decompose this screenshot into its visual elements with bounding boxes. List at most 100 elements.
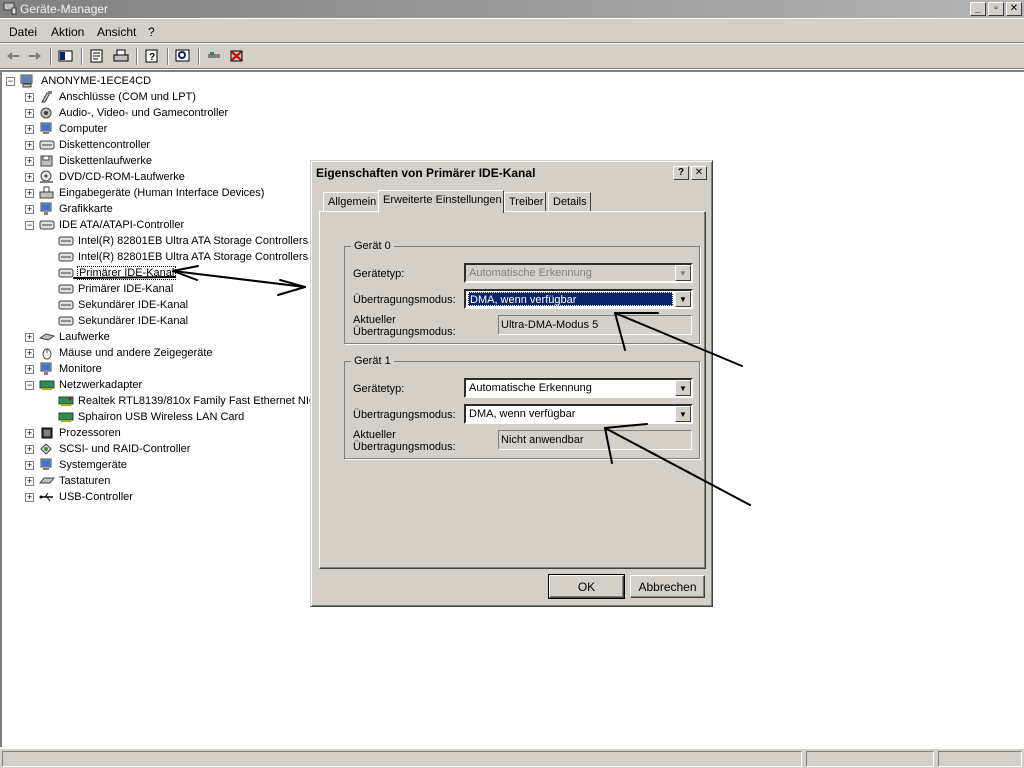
restore-button[interactable]: ▫	[988, 2, 1004, 16]
forward-icon[interactable]	[26, 48, 44, 64]
tree-item-diskettencontroller[interactable]: + Diskettencontroller	[25, 137, 315, 153]
tree-item-hid[interactable]: + Eingabegeräte (Human Interface Devices…	[25, 185, 315, 201]
expand-icon[interactable]: +	[25, 189, 34, 198]
menu-ansicht[interactable]: Ansicht	[97, 25, 136, 39]
update-driver-icon[interactable]	[205, 48, 223, 64]
minimize-button[interactable]: _	[970, 2, 986, 16]
expand-icon[interactable]: +	[25, 333, 34, 342]
device1-current-label-2: Übertragungsmodus:	[353, 441, 456, 453]
cd-drive-icon	[40, 170, 53, 183]
svg-text:?: ?	[149, 52, 155, 63]
back-icon[interactable]	[4, 48, 22, 64]
expand-icon[interactable]: +	[25, 349, 34, 358]
expand-icon[interactable]: +	[25, 205, 34, 214]
computer-icon	[40, 122, 52, 134]
tab-allgemein[interactable]: Allgemein	[323, 192, 379, 212]
expand-icon[interactable]: +	[25, 445, 34, 454]
expand-icon[interactable]: +	[25, 365, 34, 374]
tree-item-monitore[interactable]: + Monitore	[25, 361, 315, 377]
tree-item-grafikkarte[interactable]: + Grafikkarte	[25, 201, 315, 217]
expand-icon[interactable]: +	[25, 109, 34, 118]
view-icon[interactable]	[57, 48, 75, 64]
tab-erweiterte-einstellungen[interactable]: Erweiterte Einstellungen	[378, 190, 504, 213]
mouse-icon	[42, 348, 52, 360]
device0-type-select[interactable]: Automatische Erkennung ▼	[464, 263, 693, 283]
tree-item-realtek[interactable]: Realtek RTL8139/810x Family Fast Etherne…	[25, 393, 317, 409]
device0-type-label: Gerätetyp:	[353, 268, 405, 280]
hid-icon	[39, 186, 54, 199]
tree-item-secondary-ide-1[interactable]: Sekundärer IDE-Kanal	[25, 297, 315, 313]
expand-icon[interactable]: +	[25, 157, 34, 166]
expand-icon[interactable]: +	[25, 493, 34, 502]
menu-aktion[interactable]: Aktion	[51, 25, 84, 39]
collapse-icon[interactable]: −	[25, 381, 34, 390]
tree-item-diskettenlaufwerke[interactable]: + Diskettenlaufwerke	[25, 153, 315, 169]
help-icon[interactable]: ?	[143, 48, 161, 64]
group-device0: Gerät 0 Gerätetyp: Automatische Erkennun…	[344, 240, 700, 344]
tree-item-secondary-ide-2[interactable]: Sekundärer IDE-Kanal	[25, 313, 315, 329]
tab-panel: Gerät 0 Gerätetyp: Automatische Erkennun…	[319, 211, 706, 569]
status-pane-2	[806, 751, 934, 767]
device0-current-label-2: Übertragungsmodus:	[353, 326, 456, 338]
tree-item-maeuse[interactable]: + Mäuse und andere Zeigegeräte	[25, 345, 315, 361]
tree-item-dvd[interactable]: + DVD/CD-ROM-Laufwerke	[25, 169, 315, 185]
menu-datei[interactable]: Datei	[9, 25, 37, 39]
expand-icon[interactable]: +	[25, 173, 34, 182]
tree-root[interactable]: − ANONYME-1ECE4CD	[6, 73, 206, 89]
expand-icon[interactable]: +	[25, 141, 34, 150]
device0-mode-select[interactable]: DMA, wenn verfügbar ▼	[464, 289, 693, 309]
tab-treiber[interactable]: Treiber	[504, 192, 546, 212]
tab-details[interactable]: Details	[548, 192, 591, 212]
tree-item-audio[interactable]: + Audio-, Video- und Gamecontroller	[25, 105, 315, 121]
menu-help[interactable]: ?	[148, 25, 155, 39]
tree-item-usb[interactable]: + USB-Controller	[25, 489, 315, 505]
expand-icon[interactable]: +	[25, 125, 34, 134]
tree-item-tastaturen[interactable]: + Tastaturen	[25, 473, 315, 489]
collapse-icon[interactable]: −	[25, 221, 34, 230]
expand-icon[interactable]: +	[25, 429, 34, 438]
device1-type-select[interactable]: Automatische Erkennung ▼	[464, 378, 693, 398]
help-button[interactable]: ?	[673, 166, 689, 180]
device0-current-value: Ultra-DMA-Modus 5	[498, 315, 692, 335]
expand-icon[interactable]: +	[25, 461, 34, 470]
network-adapter-icon	[39, 380, 55, 390]
tree-item-primary-ide-2[interactable]: Primärer IDE-Kanal	[25, 281, 315, 297]
tree-item-laufwerke[interactable]: + Laufwerke	[25, 329, 315, 345]
menu-bar: Datei Aktion Ansicht ?	[0, 19, 1024, 43]
ide-channel-icon	[58, 236, 74, 246]
uninstall-icon[interactable]	[228, 48, 246, 64]
speaker-icon	[40, 107, 52, 119]
tree-item-intel-ata-2[interactable]: Intel(R) 82801EB Ultra ATA Storage Contr…	[25, 249, 315, 265]
tree-item-intel-ata-1[interactable]: Intel(R) 82801EB Ultra ATA Storage Contr…	[25, 233, 315, 249]
network-card-icon	[58, 412, 74, 422]
expand-icon[interactable]: +	[25, 477, 34, 486]
collapse-icon[interactable]: −	[6, 77, 15, 86]
tree-item-systemgeraete[interactable]: + Systemgeräte	[25, 457, 315, 473]
print-icon[interactable]	[112, 48, 130, 64]
ok-button[interactable]: OK	[548, 574, 625, 599]
tree-item-prozessoren[interactable]: + Prozessoren	[25, 425, 315, 441]
ide-channel-icon	[58, 284, 74, 294]
scan-icon[interactable]	[174, 48, 192, 64]
window-title: Geräte-Manager	[20, 2, 109, 16]
tree-item-sphairon[interactable]: Sphairon USB Wireless LAN Card	[25, 409, 315, 425]
ide-channel-icon	[58, 300, 74, 310]
tree-item-computer[interactable]: + Computer	[25, 121, 315, 137]
cancel-button[interactable]: Abbrechen	[630, 575, 705, 598]
tree-item-ide[interactable]: − IDE ATA/ATAPI-Controller	[25, 217, 315, 233]
controller-icon	[39, 140, 55, 150]
status-pane-3	[938, 751, 1022, 767]
dialog-titlebar: Eigenschaften von Primärer IDE-Kanal ? ✕	[314, 164, 709, 182]
device1-mode-select[interactable]: DMA, wenn verfügbar ▼	[464, 404, 693, 424]
tree-item-anschluesse[interactable]: + Anschlüsse (COM und LPT)	[25, 89, 315, 105]
properties-icon[interactable]	[88, 48, 106, 64]
tree-item-netzwerkadapter[interactable]: − Netzwerkadapter	[25, 377, 315, 393]
usb-icon	[39, 492, 53, 502]
dialog-close-button[interactable]: ✕	[691, 166, 707, 180]
chevron-down-icon: ▼	[675, 265, 691, 281]
close-button[interactable]: ✕	[1006, 2, 1022, 16]
network-card-icon	[58, 396, 74, 406]
tree-item-primary-ide-selected[interactable]: Primärer IDE-Kanal	[25, 265, 315, 281]
expand-icon[interactable]: +	[25, 93, 34, 102]
tree-item-scsi[interactable]: + SCSI- und RAID-Controller	[25, 441, 315, 457]
